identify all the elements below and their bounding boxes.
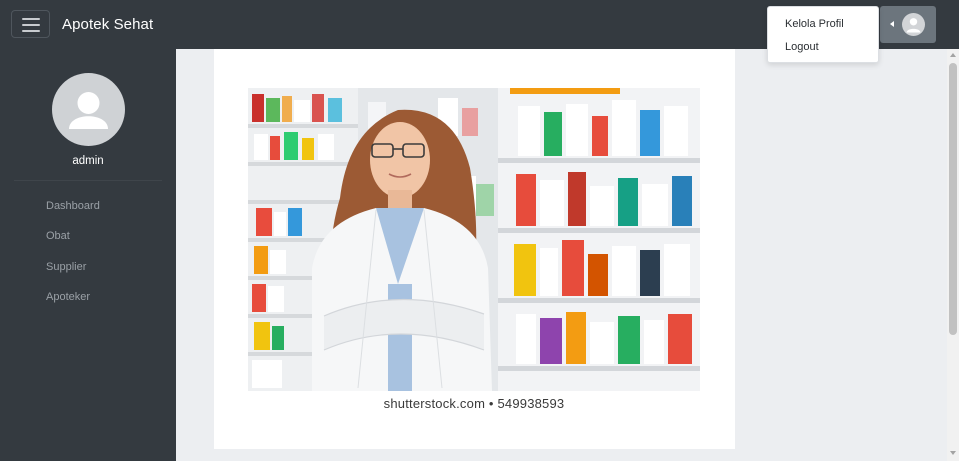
user-avatar-icon <box>902 13 925 36</box>
image-caption: shutterstock.com • 549938593 <box>383 396 565 411</box>
sidebar-item-supplier[interactable]: Supplier <box>46 261 86 273</box>
scroll-up-icon[interactable] <box>950 53 956 57</box>
user-dropdown-menu: Kelola Profil Logout <box>767 6 879 63</box>
hamburger-line <box>22 18 40 20</box>
sidebar-username: admin <box>72 155 104 167</box>
scrollbar-thumb[interactable] <box>949 63 957 335</box>
hamburger-menu-icon[interactable] <box>11 10 50 38</box>
app-brand[interactable]: Apotek Sehat <box>62 16 153 33</box>
hamburger-line <box>22 24 40 26</box>
logout-link[interactable]: Logout <box>785 41 819 53</box>
sidebar-item-apoteker[interactable]: Apoteker <box>46 291 90 303</box>
scroll-down-icon[interactable] <box>950 451 956 455</box>
sidebar-item-dashboard[interactable]: Dashboard <box>46 200 100 212</box>
sidebar-divider <box>14 180 162 181</box>
hamburger-line <box>22 30 40 32</box>
manage-profile-link[interactable]: Kelola Profil <box>785 18 844 30</box>
pharmacist-photo <box>248 88 700 391</box>
user-menu-toggle[interactable] <box>880 6 936 43</box>
user-avatar-icon <box>52 73 125 146</box>
caret-left-icon <box>890 21 894 27</box>
sidebar: admin Dashboard Obat Supplier Apoteker <box>0 49 176 461</box>
vertical-scrollbar[interactable] <box>947 49 959 461</box>
sidebar-item-obat[interactable]: Obat <box>46 230 70 242</box>
